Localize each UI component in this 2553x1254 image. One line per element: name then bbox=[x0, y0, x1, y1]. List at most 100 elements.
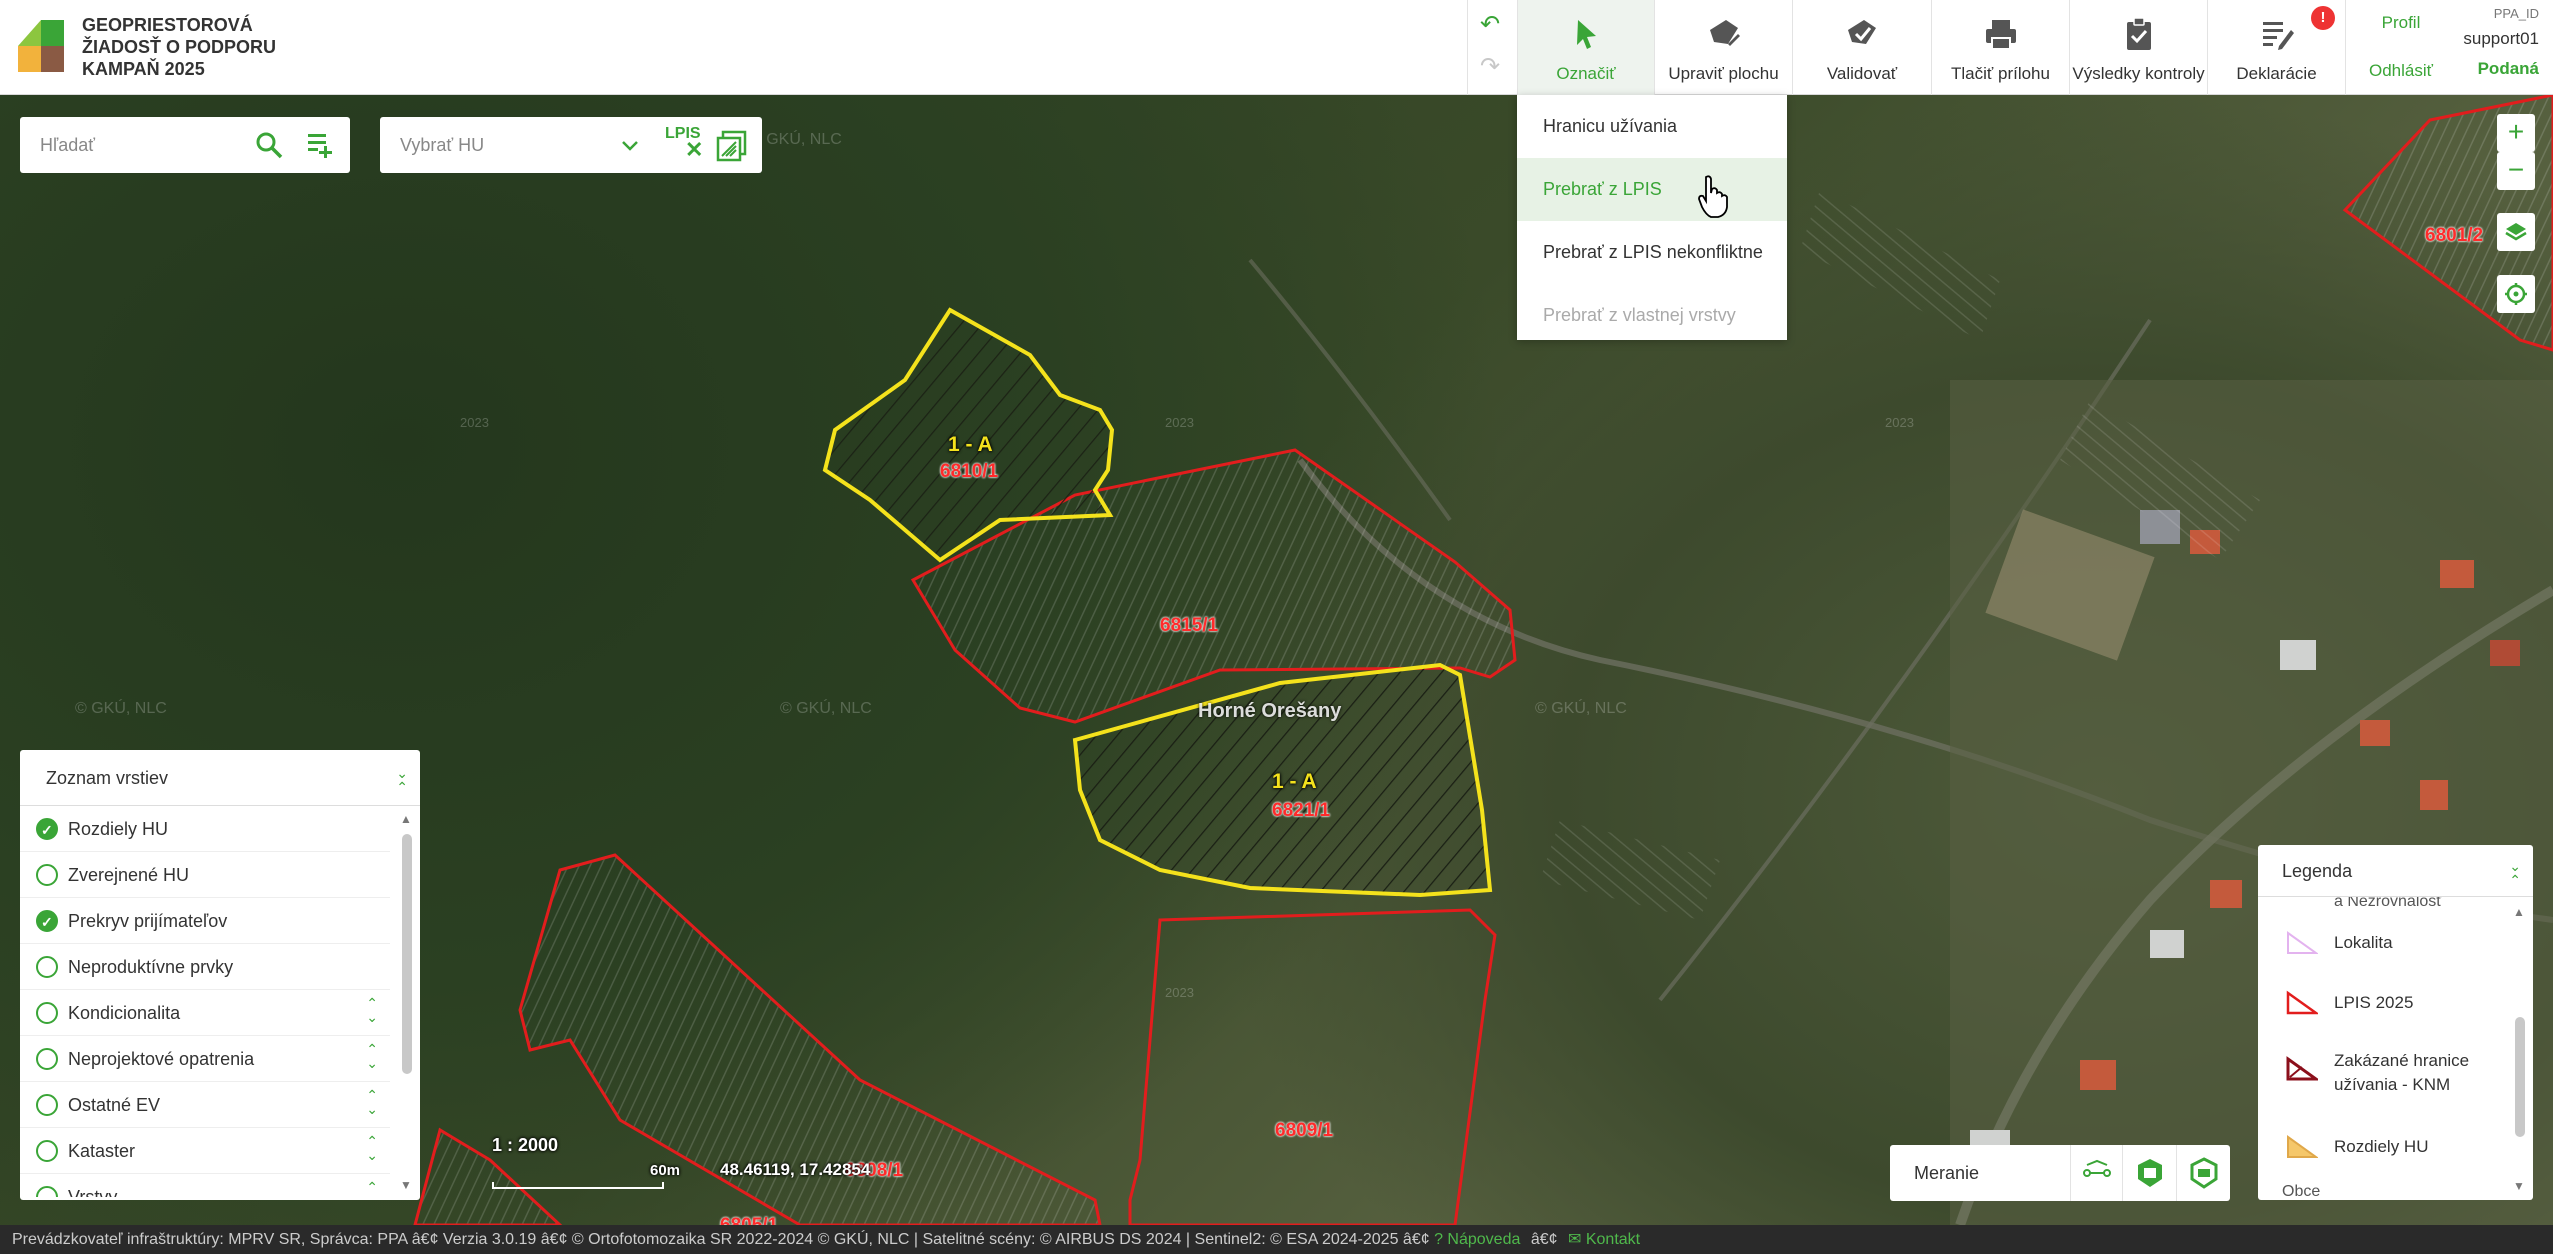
toolbar-validate-button[interactable]: Validovať bbox=[1792, 0, 1931, 95]
checkbox-icon[interactable] bbox=[36, 1048, 58, 1070]
edit-shape-icon bbox=[1709, 20, 1740, 46]
layer-item-ostatne-ev[interactable]: Ostatné EV ⌃ ⌄ bbox=[20, 1082, 390, 1128]
layer-item-prekryv-prijimatelov[interactable]: Prekryv prijímateľov bbox=[20, 898, 390, 945]
checkbox-icon[interactable] bbox=[36, 1094, 58, 1116]
search-box bbox=[20, 117, 350, 173]
expand-icon[interactable]: ⌃ ⌄ bbox=[366, 996, 378, 1024]
scrollbar-thumb[interactable] bbox=[402, 834, 412, 1074]
app-logo[interactable] bbox=[18, 20, 64, 72]
expand-icon[interactable]: ⌃ ⌄ bbox=[366, 1088, 378, 1116]
menu-item-take-from-lpis-nonconflict[interactable]: Prebrať z LPIS nekonfliktne bbox=[1517, 221, 1787, 284]
zoom-in-button[interactable]: + bbox=[2497, 114, 2535, 152]
hu-select[interactable]: Vybrať HU LPIS ✕ bbox=[380, 117, 762, 173]
app-title-line: GEOPRIESTOROVÁ bbox=[82, 15, 253, 35]
parcel-lpis-label[interactable]: 6821/1 bbox=[1272, 800, 1330, 822]
cursor-icon bbox=[1577, 20, 1596, 49]
map-watermark: © GKÚ, NLC bbox=[750, 131, 842, 148]
legend-header[interactable]: Legenda ⌄ ⌃ bbox=[2258, 845, 2533, 897]
notification-badge: ! bbox=[2311, 6, 2335, 30]
checkbox-icon[interactable] bbox=[36, 864, 58, 886]
search-icon[interactable] bbox=[255, 131, 283, 159]
measure-distance-button[interactable] bbox=[2070, 1145, 2122, 1201]
expand-icon[interactable]: ⌃ ⌄ bbox=[366, 1134, 378, 1162]
parcel-lpis-label[interactable]: 6805/1 bbox=[720, 1215, 778, 1225]
layer-item-label: Prekryv prijímateľov bbox=[68, 911, 228, 931]
toolbar-print-label: Tlačiť prílohu bbox=[1951, 64, 2050, 83]
toolbar-declarations-button[interactable]: Deklarácie ! bbox=[2207, 0, 2345, 95]
parcel-hu-label[interactable]: 1 - A bbox=[948, 433, 993, 457]
legend-item-label: LPIS 2025 bbox=[2334, 993, 2414, 1012]
menu-item-take-from-lpis[interactable]: Prebrať z LPIS bbox=[1517, 158, 1787, 221]
layer-item-vrstvy[interactable]: Vrstvy ⌃ bbox=[20, 1174, 390, 1197]
checkbox-icon[interactable] bbox=[36, 1140, 58, 1162]
map-scale: 1 : 2000 bbox=[492, 1135, 559, 1155]
parcel-lpis-label[interactable]: 6801/2 bbox=[2425, 225, 2483, 247]
layer-item-kondicionalita[interactable]: Kondicionalita ⌃ ⌄ bbox=[20, 990, 390, 1036]
collapse-icon[interactable]: ⌄ ⌃ bbox=[396, 766, 408, 794]
checkbox-icon[interactable] bbox=[36, 1002, 58, 1024]
layer-item-kataster[interactable]: Kataster ⌃ ⌄ bbox=[20, 1128, 390, 1174]
scale-bar bbox=[492, 1182, 664, 1189]
map-year-label: 2023 bbox=[1885, 415, 1914, 430]
checkbox-icon[interactable] bbox=[36, 956, 58, 978]
polygon-swatch-icon bbox=[2287, 931, 2318, 954]
layer-item-label: Ostatné EV bbox=[68, 1095, 161, 1115]
layer-item-label: Kataster bbox=[68, 1141, 136, 1161]
map-watermark: © GKÚ, NLC bbox=[1535, 700, 1627, 717]
app-header: GEOPRIESTOROVÁ ŽIADOSŤ O PODPORU KAMPAŇ … bbox=[0, 0, 2553, 95]
layer-copy-icon[interactable] bbox=[715, 129, 749, 163]
layers-panel-header[interactable]: Zoznam vrstiev ⌄ ⌃ bbox=[20, 750, 420, 806]
layer-item-label: Kondicionalita bbox=[68, 1003, 181, 1023]
measure-area-button[interactable] bbox=[2122, 1145, 2176, 1201]
layer-item-rozdiely-hu[interactable]: Rozdiely HU bbox=[20, 806, 390, 853]
parcel-lpis-label[interactable]: 6810/1 bbox=[940, 461, 998, 483]
collapse-icon[interactable]: ⌄ ⌃ bbox=[2509, 859, 2521, 887]
menu-item-usage-boundary[interactable]: Hranicu užívania bbox=[1517, 95, 1787, 158]
legend-scrollbar[interactable]: ▲ ▼ bbox=[2513, 905, 2527, 1193]
parcel-lpis-label[interactable]: 6815/1 bbox=[1160, 615, 1218, 637]
redo-icon[interactable]: ↷ bbox=[1480, 52, 1500, 81]
expand-icon[interactable]: ⌃ bbox=[366, 1180, 378, 1194]
toolbar-print-button[interactable]: Tlačiť prílohu bbox=[1931, 0, 2069, 95]
toolbar-mark-button[interactable]: Označiť bbox=[1517, 0, 1654, 95]
layers-toggle-button[interactable] bbox=[2497, 213, 2535, 251]
help-link[interactable]: Nápoveda bbox=[1447, 1231, 1520, 1248]
layer-item-label: Rozdiely HU bbox=[68, 819, 169, 839]
layer-item-label: Neprojektové opatrenia bbox=[68, 1049, 255, 1069]
layer-item-neproduktivne-prvky[interactable]: Neproduktívne prvky bbox=[20, 944, 390, 990]
toolbar-results-label: Výsledky kontroly bbox=[2072, 64, 2205, 83]
add-list-icon[interactable] bbox=[305, 130, 335, 160]
zoom-out-button[interactable]: − bbox=[2497, 152, 2535, 190]
mail-icon: ✉ bbox=[1567, 1231, 1582, 1248]
polygon-swatch-icon bbox=[2286, 990, 2318, 1015]
toolbar-mark-label: Označiť bbox=[1556, 64, 1616, 83]
layer-item-label: Zverejnené HU bbox=[68, 865, 190, 885]
locate-button[interactable] bbox=[2497, 275, 2535, 313]
expand-icon[interactable]: ⌃ ⌄ bbox=[366, 1042, 378, 1070]
checkbox-icon[interactable] bbox=[36, 807, 58, 853]
legend-title: Legenda bbox=[2282, 861, 2353, 881]
parcel-lpis-label[interactable]: 6809/1 bbox=[1275, 1120, 1333, 1142]
checkbox-icon[interactable] bbox=[36, 899, 58, 945]
layer-item-zverejnene-hu[interactable]: Zverejnené HU bbox=[20, 852, 390, 898]
checkbox-icon[interactable] bbox=[36, 1186, 58, 1197]
layers-scrollbar[interactable]: ▲ ▼ bbox=[400, 812, 414, 1192]
layer-item-neprojektove-opatrenia[interactable]: Neprojektové opatrenia ⌃ ⌄ bbox=[20, 1036, 390, 1082]
ppa-id-label: PPA_ID bbox=[2493, 6, 2539, 21]
map-year-label: 2023 bbox=[460, 415, 489, 430]
toolbar-edit-area-button[interactable]: Upraviť plochu bbox=[1654, 0, 1792, 95]
measure-area-outline-button[interactable] bbox=[2176, 1145, 2230, 1201]
contact-link[interactable]: Kontakt bbox=[1586, 1231, 1640, 1248]
profile-link[interactable]: Profil bbox=[2346, 13, 2456, 33]
legend-item-label: Obce bbox=[2282, 1183, 2321, 1197]
search-input[interactable] bbox=[20, 117, 250, 173]
lpis-remove-button[interactable]: LPIS ✕ bbox=[665, 125, 705, 165]
toolbar-results-button[interactable]: Výsledky kontroly bbox=[2069, 0, 2207, 95]
undo-icon[interactable]: ↶ bbox=[1480, 10, 1500, 39]
scrollbar-thumb[interactable] bbox=[2515, 1017, 2525, 1137]
logout-link[interactable]: Odhlásiť bbox=[2346, 61, 2456, 81]
map-watermark: © GKÚ, NLC bbox=[75, 700, 167, 717]
app-title-line: KAMPAŇ 2025 bbox=[82, 59, 205, 79]
menu-item-take-from-own-layer[interactable]: Prebrať z vlastnej vrstvy bbox=[1517, 284, 1787, 347]
parcel-hu-label[interactable]: 1 - A bbox=[1272, 770, 1317, 794]
